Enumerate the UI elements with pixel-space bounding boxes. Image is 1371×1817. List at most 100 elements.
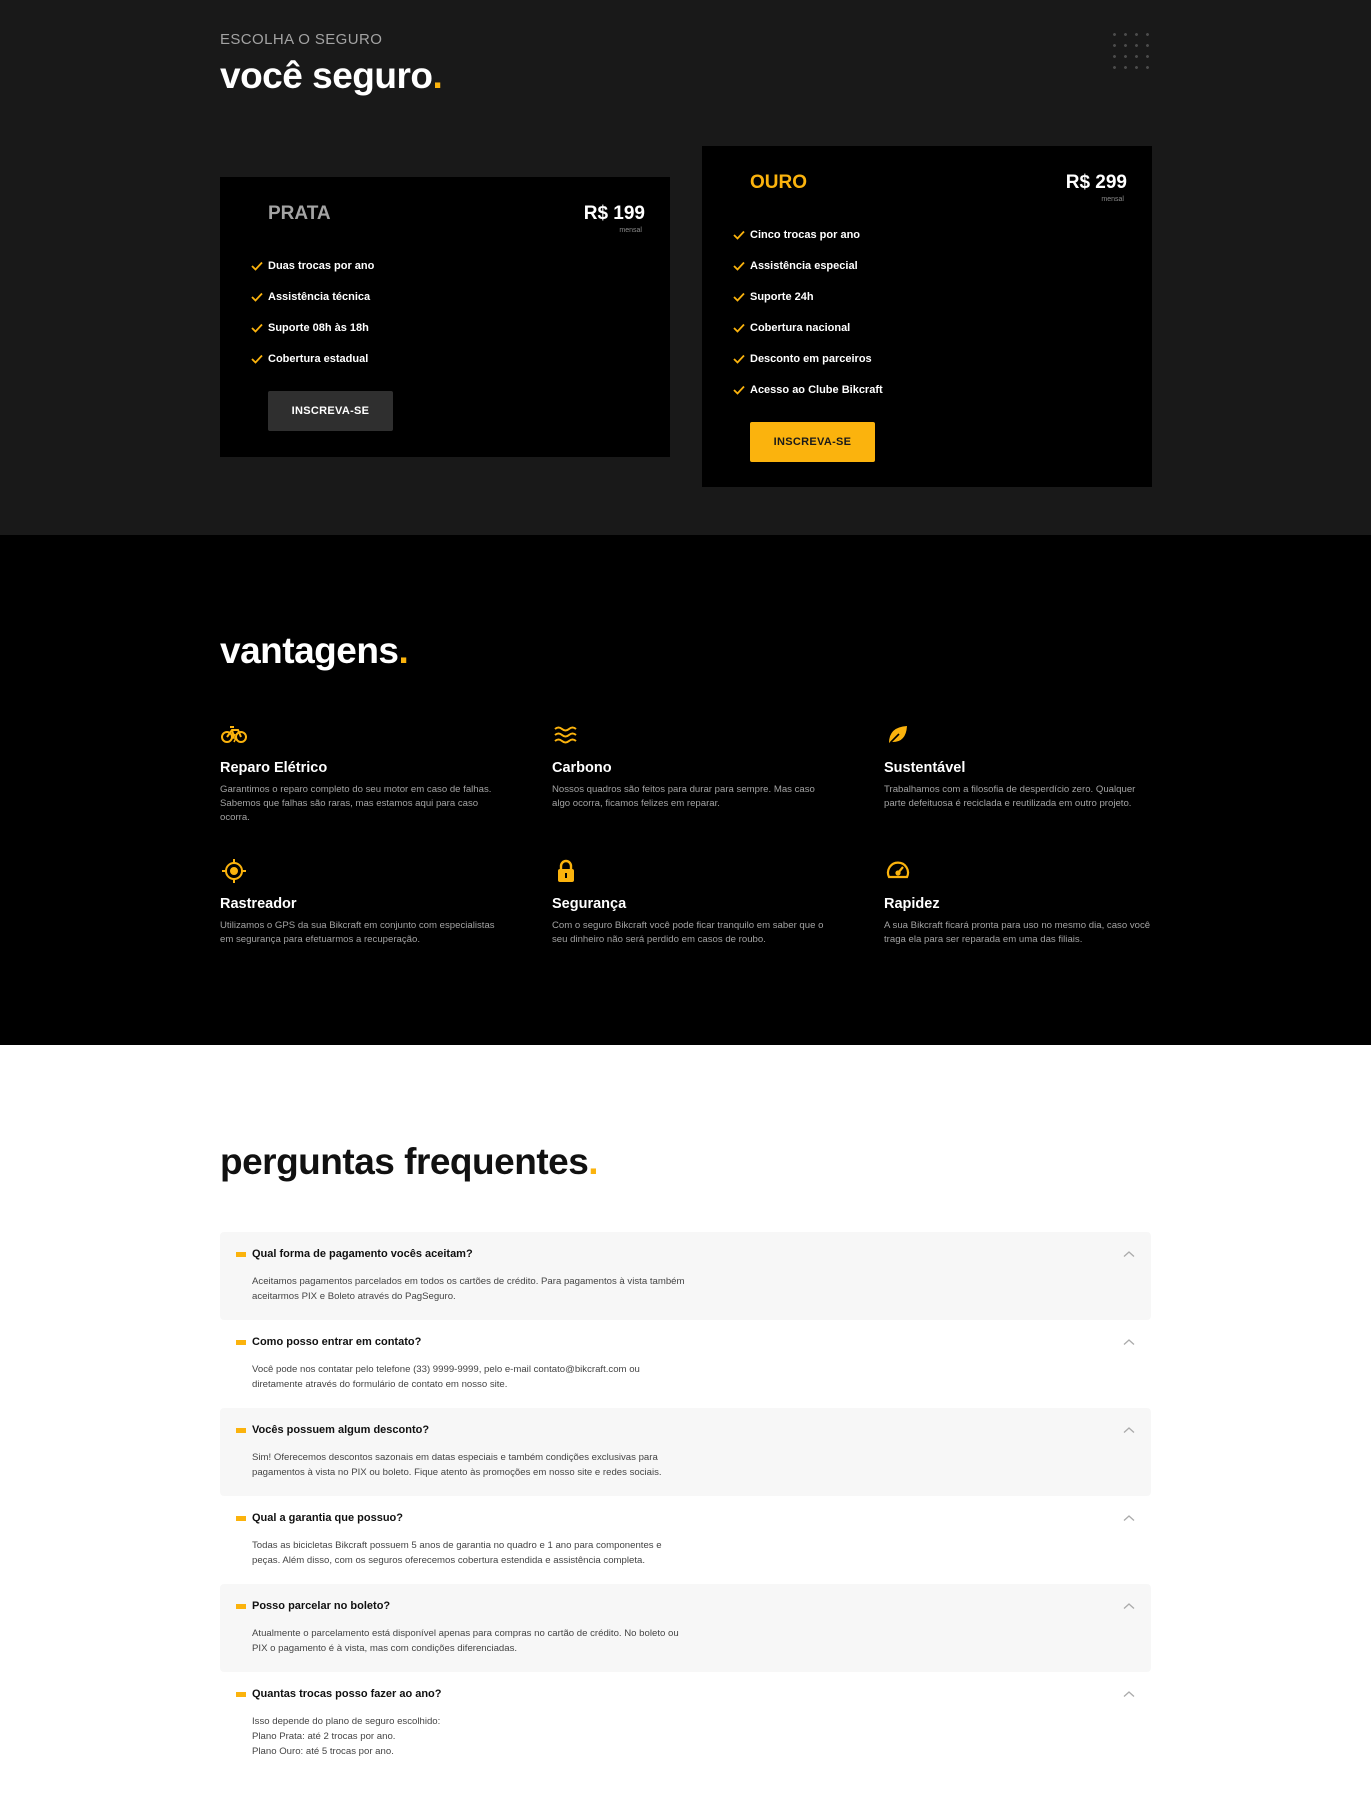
- faq-list: Qual forma de pagamento vocês aceitam? A…: [220, 1232, 1151, 1776]
- faq-answer: Todas as bicicletas Bikcraft possuem 5 a…: [252, 1540, 662, 1566]
- check-icon: [733, 323, 745, 333]
- advantage-item: Rastreador Utilizamos o GPS da sua Bikcr…: [220, 857, 495, 947]
- plan-feature: Assistência técnica: [250, 281, 374, 312]
- faq-accent-bar: [236, 1252, 246, 1257]
- chevron-up-icon[interactable]: [1123, 1338, 1135, 1346]
- title-accent-dot: .: [398, 630, 409, 671]
- plan-feature-list: Cinco trocas por ano Assistência especia…: [732, 219, 883, 405]
- plan-feature: Duas trocas por ano: [250, 250, 374, 281]
- faq-question[interactable]: Qual forma de pagamento vocês aceitam?: [252, 1248, 473, 1260]
- section-title-text: perguntas frequentes: [220, 1141, 589, 1182]
- faq-question[interactable]: Posso parcelar no boleto?: [252, 1600, 390, 1612]
- faq-answer: Você pode nos contatar pelo telefone (33…: [252, 1364, 640, 1390]
- plan-feature: Cobertura estadual: [250, 343, 374, 374]
- faq-item[interactable]: Quantas trocas posso fazer ao ano? Isso …: [220, 1672, 1151, 1776]
- advantage-item: Reparo Elétrico Garantimos o reparo comp…: [220, 721, 495, 825]
- advantage-item: Sustentável Trabalhamos com a filosofia …: [884, 721, 1159, 811]
- lock-icon: [558, 859, 574, 882]
- faq-accent-bar: [236, 1516, 246, 1521]
- plan-feature: Cinco trocas por ano: [732, 219, 883, 250]
- plan-feature-text: Desconto em parceiros: [750, 352, 872, 365]
- advantage-title: Carbono: [552, 760, 612, 776]
- plan-feature: Assistência especial: [732, 250, 883, 281]
- check-icon: [251, 292, 263, 302]
- advantages-section: vantagens. Reparo Elétrico Garantimos o …: [0, 535, 1371, 1045]
- electric-bike-icon: [221, 726, 247, 743]
- check-icon: [733, 292, 745, 302]
- advantage-item: Carbono Nossos quadros são feitos para d…: [552, 721, 827, 811]
- plan-feature-text: Assistência especial: [750, 259, 858, 272]
- plan-period: mensal: [1101, 196, 1124, 203]
- advantage-title: Segurança: [552, 896, 627, 912]
- plan-feature-text: Cinco trocas por ano: [750, 228, 861, 241]
- advantage-description: Utilizamos o GPS da sua Bikcraft em conj…: [220, 920, 495, 945]
- plan-feature-text: Suporte 24h: [750, 290, 814, 303]
- check-icon: [733, 230, 745, 240]
- plan-feature-text: Cobertura nacional: [750, 321, 851, 334]
- check-icon: [733, 261, 745, 271]
- plan-feature-text: Suporte 08h às 18h: [268, 321, 369, 334]
- faq-item[interactable]: Qual forma de pagamento vocês aceitam? A…: [220, 1232, 1151, 1320]
- plan-feature-text: Cobertura estadual: [268, 352, 369, 365]
- advantage-item: Segurança Com o seguro Bikcraft você pod…: [552, 857, 827, 947]
- leaf-icon: [889, 726, 907, 744]
- faq-section: perguntas frequentes. Qual forma de paga…: [0, 1045, 1371, 1817]
- section-title: você seguro.: [220, 55, 443, 97]
- chevron-up-icon[interactable]: [1123, 1426, 1135, 1434]
- chevron-up-icon[interactable]: [1123, 1250, 1135, 1258]
- advantage-description: A sua Bikcraft ficará pronta para uso no…: [884, 920, 1151, 945]
- plan-card-ouro: OURO R$ 299 mensal Cinco trocas por ano …: [702, 146, 1152, 487]
- faq-question[interactable]: Quantas trocas posso fazer ao ano?: [252, 1688, 442, 1700]
- faq-answer: Atualmente o parcelamento está disponíve…: [252, 1628, 679, 1654]
- plan-feature: Suporte 24h: [732, 281, 883, 312]
- faq-question[interactable]: Qual a garantia que possuo?: [252, 1512, 403, 1524]
- check-icon: [733, 354, 745, 364]
- faq-accent-bar: [236, 1604, 246, 1609]
- check-icon: [251, 323, 263, 333]
- plan-feature: Cobertura nacional: [732, 312, 883, 343]
- section-title-text: vantagens: [220, 630, 399, 671]
- plan-feature-text: Assistência técnica: [268, 290, 371, 303]
- title-accent-dot: .: [432, 55, 443, 96]
- faq-question[interactable]: Como posso entrar em contato?: [252, 1336, 421, 1348]
- check-icon: [251, 354, 263, 364]
- section-title: vantagens.: [220, 630, 409, 672]
- faq-item[interactable]: Qual a garantia que possuo? Todas as bic…: [220, 1496, 1151, 1584]
- advantage-title: Sustentável: [884, 760, 966, 776]
- plan-feature: Acesso ao Clube Bikcraft: [732, 374, 883, 405]
- faq-question[interactable]: Vocês possuem algum desconto?: [252, 1424, 429, 1436]
- faq-answer: Aceitamos pagamentos parcelados em todos…: [252, 1276, 685, 1302]
- chevron-up-icon[interactable]: [1123, 1602, 1135, 1610]
- plan-name: OURO: [750, 172, 807, 193]
- advantage-description: Nossos quadros são feitos para durar par…: [552, 784, 815, 809]
- advantage-description: Garantimos o reparo completo do seu moto…: [220, 784, 492, 823]
- location-target-icon: [222, 859, 246, 883]
- faq-item[interactable]: Vocês possuem algum desconto? Sim! Ofere…: [220, 1408, 1151, 1496]
- subscribe-button-ouro[interactable]: INSCREVA-SE: [750, 422, 875, 462]
- insurance-section: ESCOLHA O SEGURO você seguro. PRATA R$ 1…: [0, 0, 1371, 535]
- plan-feature-text: Duas trocas por ano: [268, 259, 375, 272]
- title-accent-dot: .: [588, 1141, 599, 1182]
- plan-feature: Desconto em parceiros: [732, 343, 883, 374]
- faq-accent-bar: [236, 1428, 246, 1433]
- chevron-up-icon[interactable]: [1123, 1514, 1135, 1522]
- advantage-title: Rastreador: [220, 896, 297, 912]
- plan-feature-list: Duas trocas por ano Assistência técnica …: [250, 250, 374, 374]
- subscribe-button-prata[interactable]: INSCREVA-SE: [268, 391, 393, 431]
- section-eyebrow: ESCOLHA O SEGURO: [220, 31, 383, 48]
- plan-feature: Suporte 08h às 18h: [250, 312, 374, 343]
- dot-grid-decoration: [1109, 29, 1153, 73]
- plan-price: R$ 299: [1065, 172, 1127, 193]
- section-title-text: você seguro: [220, 55, 433, 96]
- faq-item[interactable]: Como posso entrar em contato? Você pode …: [220, 1320, 1151, 1408]
- advantage-item: Rapidez A sua Bikcraft ficará pronta par…: [884, 857, 1159, 947]
- waves-icon: [554, 726, 577, 744]
- faq-answer: Sim! Oferecemos descontos sazonais em da…: [252, 1452, 662, 1478]
- plan-card-prata: PRATA R$ 199 mensal Duas trocas por ano …: [220, 177, 670, 457]
- check-icon: [251, 261, 263, 271]
- advantage-description: Trabalhamos com a filosofia de desperdíc…: [884, 784, 1136, 809]
- faq-answer: Isso depende do plano de seguro escolhid…: [252, 1716, 441, 1757]
- chevron-up-icon[interactable]: [1123, 1690, 1135, 1698]
- faq-item[interactable]: Posso parcelar no boleto? Atualmente o p…: [220, 1584, 1151, 1672]
- advantage-title: Reparo Elétrico: [220, 760, 328, 776]
